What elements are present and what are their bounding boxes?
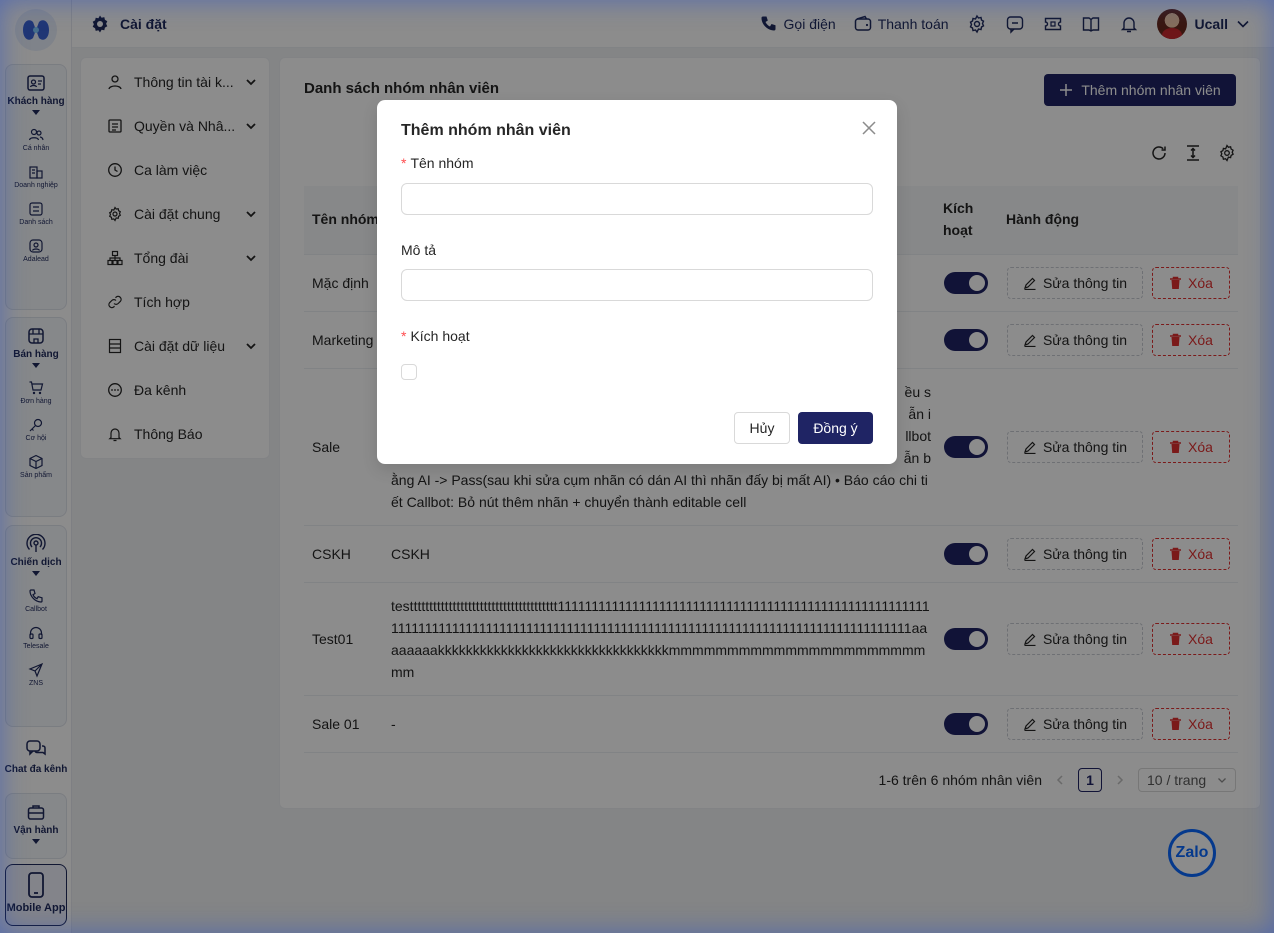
- confirm-button[interactable]: Đồng ý: [798, 412, 873, 444]
- required-mark: *: [401, 155, 407, 171]
- active-label: * Kích hoạt: [401, 328, 470, 344]
- group-name-input[interactable]: [401, 183, 873, 215]
- description-input[interactable]: [401, 269, 873, 301]
- add-group-modal: Thêm nhóm nhân viên * Tên nhóm Mô tả * Kíc…: [377, 100, 897, 464]
- description-label: Mô tả: [401, 242, 437, 258]
- cancel-button[interactable]: Hủy: [734, 412, 790, 444]
- required-mark: *: [401, 328, 407, 344]
- modal-title: Thêm nhóm nhân viên: [401, 122, 571, 139]
- group-name-label: * Tên nhóm: [401, 155, 474, 171]
- close-icon[interactable]: [861, 120, 877, 136]
- active-label-text: Kích hoạt: [410, 328, 470, 344]
- group-name-label-text: Tên nhóm: [410, 155, 474, 171]
- active-checkbox[interactable]: [401, 364, 417, 380]
